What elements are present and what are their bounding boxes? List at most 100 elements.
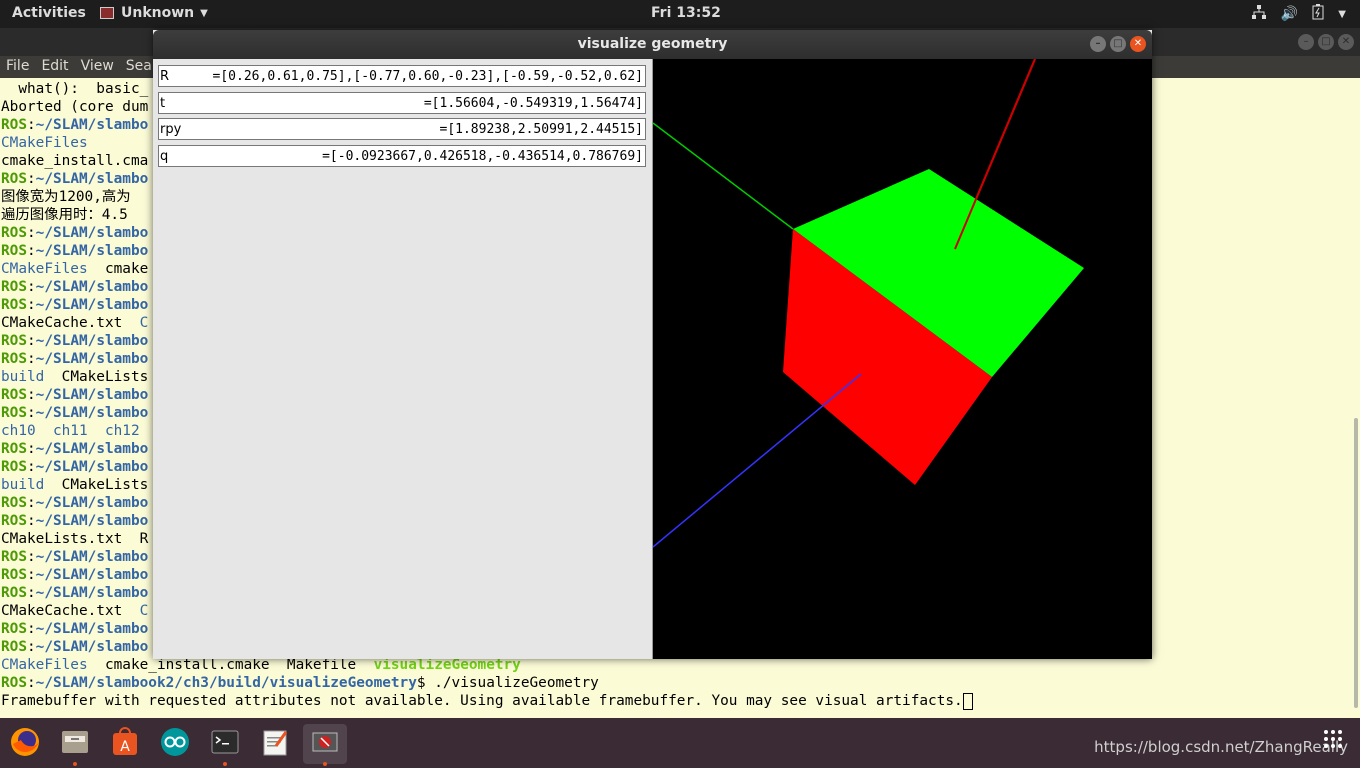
terminal-text: ~/SLAM/slambo (35, 333, 149, 349)
minimize-button[interactable]: – (1090, 36, 1106, 52)
terminal-text: ~/SLAM/slambo (35, 351, 149, 367)
firefox-launcher[interactable] (3, 724, 47, 764)
terminal-cursor (962, 692, 973, 710)
svg-text:A: A (120, 739, 130, 755)
terminal-menu-item[interactable]: File (0, 56, 35, 78)
terminal-text: CMakeFiles (1, 135, 88, 151)
field-rpy[interactable]: rpy =[1.89238,2.50991,2.44515] (158, 118, 646, 140)
terminal-line: ROS:~/SLAM/slambo (1, 512, 148, 530)
network-icon (1251, 4, 1267, 24)
terminal-line: ROS:~/SLAM/slambo (1, 548, 148, 566)
terminal-text: 图像宽为1200,高为 (1, 189, 131, 205)
close-button[interactable]: ✕ (1338, 34, 1354, 50)
terminal-text: ROS (1, 639, 27, 655)
terminal-line: ROS:~/SLAM/slambo (1, 116, 148, 134)
software-center-launcher[interactable]: A (103, 724, 147, 764)
system-menu[interactable]: 🔊 ▼ (1251, 4, 1346, 24)
terminal-text: cmake_install.cma (1, 153, 149, 169)
terminal-text: build (1, 477, 45, 493)
terminal-text: : (27, 675, 36, 691)
battery-icon (1312, 4, 1324, 24)
3d-viewport[interactable] (653, 59, 1152, 659)
terminal-text: ~/SLAM/slambo (35, 639, 149, 655)
field-q[interactable]: q =[-0.0923667,0.426518,-0.436514,0.7867… (158, 145, 646, 167)
terminal-text: ROS (1, 675, 27, 691)
window-title: visualize geometry (577, 36, 728, 52)
terminal-line: ROS:~/SLAM/slambo (1, 494, 148, 512)
power-menu-caret-icon: ▼ (1338, 8, 1346, 20)
software-center-icon: A (110, 727, 140, 761)
terminal-text: ~/SLAM/slambo (35, 171, 149, 187)
terminal-line: CMakeCache.txt C (1, 314, 148, 332)
minimize-button[interactable]: – (1298, 34, 1314, 50)
terminal-scrollbar[interactable] (1354, 418, 1358, 708)
terminal-line: ROS:~/SLAM/slambo (1, 404, 148, 422)
terminal-text: CMakeFiles (1, 657, 88, 673)
terminal-text: ROS (1, 513, 27, 529)
terminal-launcher[interactable] (203, 724, 247, 766)
terminal-text: ROS (1, 585, 27, 601)
terminal-text: ~/SLAM/slambo (35, 297, 149, 313)
terminal-text: ~/SLAM/slambo (35, 117, 149, 133)
terminal-text: CMakeLists (44, 477, 149, 493)
y-axis-line (653, 122, 794, 230)
maximize-button[interactable]: □ (1318, 34, 1334, 50)
clock[interactable]: Fri 13:52 (651, 5, 721, 21)
firefox-icon (9, 726, 41, 762)
app-name: Unknown (121, 5, 195, 21)
app-icon (100, 7, 114, 19)
terminal-text: visualizeGeometry (373, 657, 521, 673)
arduino-launcher[interactable] (153, 724, 197, 764)
visualize-geometry-launcher[interactable] (303, 724, 347, 766)
terminal-text: ROS (1, 117, 27, 133)
terminal-line: ch10 ch11 ch12 (1, 422, 140, 440)
terminal-line: CMakeFiles cmake (1, 260, 148, 278)
terminal-text: : (27, 549, 36, 565)
app-menu[interactable]: Unknown ▼ (100, 5, 208, 21)
terminal-menu-item[interactable]: Edit (35, 56, 74, 78)
terminal-line: 遍历图像用时：4.5 (1, 206, 128, 224)
terminal-text: 遍历图像用时：4.5 (1, 207, 128, 223)
terminal-text: : (27, 387, 36, 403)
maximize-button[interactable]: □ (1110, 36, 1126, 52)
terminal-line: ROS:~/SLAM/slambo (1, 566, 148, 584)
files-launcher[interactable] (53, 724, 97, 766)
field-t-label: t (160, 96, 166, 111)
window-titlebar[interactable]: visualize geometry – □ ✕ (153, 30, 1152, 59)
activities-button[interactable]: Activities (12, 5, 86, 21)
terminal-text: : (27, 351, 36, 367)
terminal-icon (210, 727, 240, 761)
terminal-text: : (27, 621, 36, 637)
terminal-line: ROS:~/SLAM/slambo (1, 386, 148, 404)
terminal-line: ROS:~/SLAM/slambo (1, 242, 148, 260)
terminal-text: C (139, 603, 149, 619)
show-applications-icon[interactable] (1324, 730, 1342, 748)
terminal-text: ROS (1, 621, 27, 637)
text-editor-launcher[interactable] (253, 724, 297, 764)
field-r-value: =[0.26,0.61,0.75],[-0.77,0.60,-0.23],[-0… (212, 69, 643, 84)
terminal-text: ~/SLAM/slambo (35, 225, 149, 241)
terminal-menu-item[interactable]: View (75, 56, 120, 78)
terminal-line: ROS:~/SLAM/slambo (1, 440, 148, 458)
terminal-text: ROS (1, 567, 27, 583)
field-t[interactable]: t =[1.56604,-0.549319,1.56474] (158, 92, 646, 114)
terminal-line: ROS:~/SLAM/slambo (1, 278, 148, 296)
watermark-text: https://blog.csdn.net/ZhangReally (1094, 738, 1348, 756)
terminal-text: ROS (1, 351, 27, 367)
terminal-text: : (27, 459, 36, 475)
top-bar: Activities Unknown ▼ Fri 13:52 🔊 ▼ (0, 0, 1360, 28)
terminal-text: ~/SLAM/slambo (35, 243, 149, 259)
z-axis-line (653, 373, 862, 548)
field-r[interactable]: R =[0.26,0.61,0.75],[-0.77,0.60,-0.23],[… (158, 65, 646, 87)
running-indicator (73, 762, 77, 766)
terminal-line: ROS:~/SLAM/slambo (1, 458, 148, 476)
terminal-text: : (27, 513, 36, 529)
terminal-text: : (27, 495, 36, 511)
cube-scene (653, 59, 1084, 548)
terminal-text: CMakeLists.txt R (1, 531, 149, 547)
terminal-text: ROS (1, 171, 27, 187)
close-button[interactable]: ✕ (1130, 36, 1146, 52)
terminal-text: ROS (1, 441, 27, 457)
terminal-line: Framebuffer with requested attributes no… (1, 692, 973, 710)
visualize-geometry-icon (310, 727, 340, 761)
